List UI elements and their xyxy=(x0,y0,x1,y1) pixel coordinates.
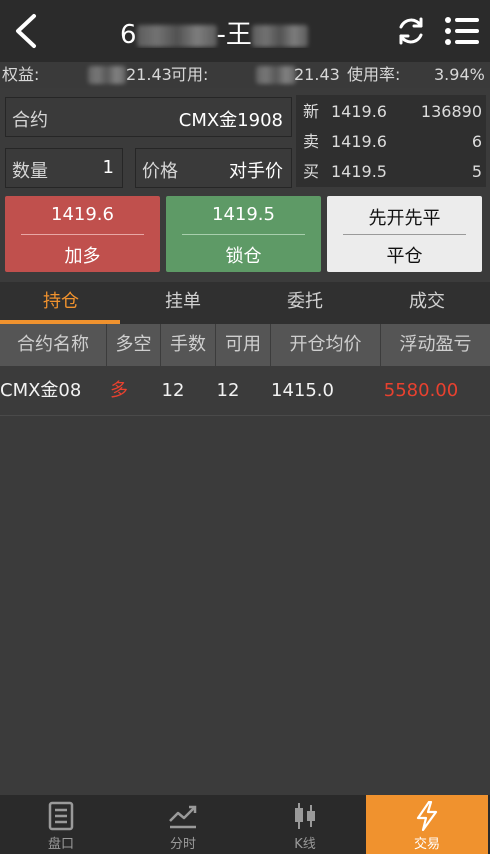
table-row[interactable]: CMX金08 多 12 12 1415.0 5580.00 xyxy=(0,366,490,416)
nav-label: K线 xyxy=(294,837,316,852)
close-mode: 先开先平 xyxy=(368,208,441,229)
tab-trades[interactable]: 成交 xyxy=(366,282,488,324)
redacted-account xyxy=(136,24,217,47)
quote-ask: 卖 1419.6 6 xyxy=(296,127,486,157)
quote-panel: 新 1419.6 136890 卖 1419.6 6 买 1419.5 5 xyxy=(296,95,486,187)
last-label: 新 xyxy=(303,102,320,121)
position-direction: 多 xyxy=(110,380,128,401)
list-menu-icon xyxy=(445,17,479,45)
quantity-field[interactable]: 数量 1 xyxy=(5,148,123,188)
nav-label: 交易 xyxy=(413,837,440,852)
price-type-selector[interactable]: 价格 对手价 xyxy=(135,148,292,188)
available-value: 21.43 xyxy=(294,65,340,84)
lock-divider xyxy=(182,234,305,235)
ask-price: 1419.6 xyxy=(331,132,387,151)
buy-divider xyxy=(21,234,144,235)
contract-selector[interactable]: 合约 CMX金1908 xyxy=(5,97,292,137)
bid-price: 1419.5 xyxy=(331,162,387,181)
buy-price: 1419.6 xyxy=(51,204,114,225)
equity-value: 21.43 xyxy=(126,65,172,84)
available-label: 可用: xyxy=(171,65,209,84)
record-tabs: 持仓 挂单 委托 成交 xyxy=(0,282,490,324)
refresh-button[interactable] xyxy=(394,14,428,48)
quote-last: 新 1419.6 136890 xyxy=(296,97,486,127)
last-price: 1419.6 xyxy=(331,102,387,121)
nav-label: 分时 xyxy=(169,837,196,852)
buy-open-button[interactable]: 1419.6 加多 xyxy=(5,196,160,272)
last-volume: 136890 xyxy=(420,102,482,121)
column-header[interactable]: 手数 xyxy=(161,324,216,366)
lock-label: 锁仓 xyxy=(225,246,262,267)
position-avg-price: 1415.0 xyxy=(271,380,334,401)
redacted-available xyxy=(256,66,296,84)
intraday-chart-icon xyxy=(169,805,197,829)
nav-kline[interactable]: K线 xyxy=(244,795,366,854)
redacted-equity xyxy=(88,66,126,84)
position-name: CMX金08 xyxy=(0,380,82,401)
nav-trade[interactable]: 交易 xyxy=(366,795,488,854)
position-pnl: 5580.00 xyxy=(383,380,459,401)
candlestick-icon xyxy=(295,803,315,829)
menu-button[interactable] xyxy=(444,15,480,47)
bid-volume: 5 xyxy=(471,162,482,181)
position-available: 12 xyxy=(216,380,240,401)
position-lots: 12 xyxy=(161,380,185,401)
lock-price: 1419.5 xyxy=(212,204,275,225)
tab-positions[interactable]: 持仓 xyxy=(0,282,122,324)
chevron-left-icon xyxy=(16,14,36,48)
nav-intraday[interactable]: 分时 xyxy=(122,795,244,854)
tab-orders[interactable]: 委托 xyxy=(244,282,366,324)
close-position-button[interactable]: 先开先平 平仓 xyxy=(327,196,482,272)
column-header[interactable]: 多空 xyxy=(107,324,161,366)
quote-bid: 买 1419.5 5 xyxy=(296,157,486,187)
buy-label: 加多 xyxy=(64,246,101,267)
title-suffix: -王 xyxy=(216,20,252,48)
positions-table-header: 合约名称 多空 手数 可用 开仓均价 浮动盈亏 xyxy=(0,324,490,366)
contract-value: CMX金1908 xyxy=(178,110,283,131)
quantity-label: 数量 xyxy=(12,161,48,182)
back-button[interactable] xyxy=(8,10,44,52)
ask-label: 卖 xyxy=(303,132,320,151)
bottom-navigation: 盘口 分时 K线 交易 xyxy=(0,795,490,854)
refresh-icon xyxy=(399,17,423,45)
redacted-name xyxy=(251,24,308,47)
close-divider xyxy=(343,234,466,235)
close-label: 平仓 xyxy=(386,246,423,267)
quantity-value: 1 xyxy=(102,157,114,178)
equity-label: 权益: xyxy=(2,65,40,84)
tab-pending[interactable]: 挂单 xyxy=(122,282,244,324)
nav-label: 盘口 xyxy=(47,837,74,852)
ask-volume: 6 xyxy=(471,132,482,151)
column-header[interactable]: 开仓均价 xyxy=(271,324,381,366)
column-header[interactable]: 合约名称 xyxy=(0,324,107,366)
lightning-trade-icon xyxy=(416,801,438,831)
usage-value: 3.94% xyxy=(434,65,485,84)
price-value: 对手价 xyxy=(229,161,283,182)
account-summary: 权益: 21.43 可用: 21.43 使用率: 3.94% xyxy=(0,62,490,88)
nav-order-book[interactable]: 盘口 xyxy=(0,795,122,854)
column-header[interactable]: 可用 xyxy=(216,324,271,366)
usage-label: 使用率: xyxy=(347,65,401,84)
order-book-icon xyxy=(48,801,74,831)
title-prefix: 6 xyxy=(120,20,137,48)
bid-label: 买 xyxy=(303,162,320,181)
contract-label: 合约 xyxy=(12,110,48,131)
lock-button[interactable]: 1419.5 锁仓 xyxy=(166,196,321,272)
column-header[interactable]: 浮动盈亏 xyxy=(381,324,490,366)
app-header: 6 -王 xyxy=(0,0,490,62)
price-label: 价格 xyxy=(142,161,178,182)
page-title: 6 -王 xyxy=(120,14,330,48)
